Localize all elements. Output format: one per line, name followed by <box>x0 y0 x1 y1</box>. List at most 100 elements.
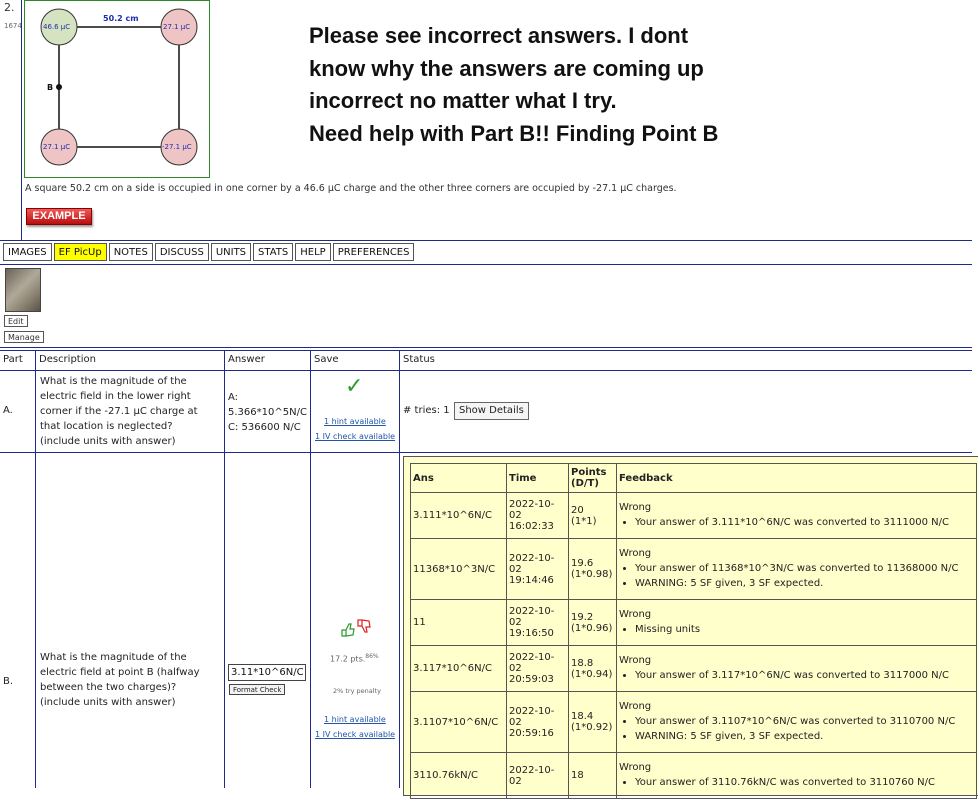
problem-statement: A square 50.2 cm on a side is occupied i… <box>25 183 677 194</box>
history-header-row: Ans Time Points (D/T) Feedback <box>410 463 977 493</box>
history-feedback: WrongYour answer of 3.1107*10^6N/C was c… <box>616 691 977 753</box>
note-line: incorrect no matter what I try. <box>309 88 617 113</box>
history-time: 2022-10-02 19:16:50 <box>506 599 569 646</box>
history-time: 2022-10-02 19:14:46 <box>506 538 569 600</box>
side-length-label: 50.2 cm <box>103 14 139 23</box>
part-a-iv-check-link[interactable]: 1 IV check available <box>315 432 395 441</box>
history-row: 11368*10^3N/C 2022-10-02 19:14:46 19.6 (1*… <box>410 538 977 600</box>
part-b-label: B. <box>3 676 14 687</box>
tab-discuss[interactable]: DISCUSS <box>154 243 209 261</box>
question-divider <box>21 0 22 240</box>
part-b-hint-link[interactable]: 1 hint available <box>324 715 386 724</box>
tool-tabs: IMAGES EF PicUp NOTES DISCUSS UNITS STAT… <box>3 243 415 261</box>
history-feedback: WrongYour answer of 3.111*10^6N/C was co… <box>616 492 977 539</box>
part-a-description: What is the magnitude of the electric fi… <box>40 376 198 447</box>
user-note: Please see incorrect answers. I dont kno… <box>309 20 869 150</box>
history-feedback: WrongYour answer of 3.117*10^6N/C was co… <box>616 645 977 692</box>
tabbar-bottom-line <box>0 264 972 265</box>
history-points: 20 (1*1) <box>568 492 617 539</box>
note-line: Need help with Part B!! Finding Point B <box>309 120 719 146</box>
history-header-time: Time <box>506 463 569 493</box>
col-divider <box>310 350 311 788</box>
manage-images-button[interactable]: Manage <box>4 331 44 343</box>
part-b-description: What is the magnitude of the electric fi… <box>40 652 200 708</box>
history-points: 19.2 (1*0.96) <box>568 599 617 646</box>
note-line: know why the answers are coming up <box>309 55 704 81</box>
example-button[interactable]: EXAMPLE <box>26 208 92 225</box>
history-answer: 3.117*10^6N/C <box>410 645 507 692</box>
history-row: 3.117*10^6N/C 2022-10-02 20:59:03 18.8 (1*… <box>410 645 977 692</box>
history-answer: 3110.76kN/C <box>410 752 507 799</box>
history-header-ans: Ans <box>410 463 507 493</box>
history-answer: 11 <box>410 599 507 646</box>
history-row: 3.111*10^6N/C 2022-10-02 16:02:33 20 (1*1)… <box>410 492 977 539</box>
history-points: 18.8 (1*0.94) <box>568 645 617 692</box>
point-b-label: B <box>47 83 53 92</box>
col-header-status: Status <box>403 354 435 365</box>
charge-square-diagram: B 50.2 cm 46.6 μC 27.1 μC 27.1 μC -27.1 … <box>24 0 210 178</box>
part-a-answer: A: 5.366*10^5N/C C: 536600 N/C <box>228 392 307 433</box>
history-feedback: WrongMissing units <box>616 599 977 646</box>
uploaded-image-thumbnail[interactable] <box>5 268 41 312</box>
history-time: 2022-10-02 16:02:33 <box>506 492 569 539</box>
history-points: 18 <box>568 752 617 799</box>
question-number: 2. <box>4 1 15 14</box>
history-answer: 11368*10^3N/C <box>410 538 507 600</box>
part-b-points: 17.2 pts.86% <box>330 653 379 664</box>
edit-image-button[interactable]: Edit <box>4 315 28 327</box>
charge-label-top-left: 46.6 μC <box>43 23 70 31</box>
point-b-marker <box>56 84 62 90</box>
history-row: 3.1107*10^6N/C 2022-10-02 20:59:16 18.4 (1… <box>410 691 977 753</box>
history-answer: 3.1107*10^6N/C <box>410 691 507 753</box>
col-header-description: Description <box>39 354 96 365</box>
history-feedback: WrongYour answer of 3110.76kN/C was conv… <box>616 752 977 799</box>
history-time: 2022-10-02 20:59:03 <box>506 645 569 692</box>
tab-notes[interactable]: NOTES <box>108 243 153 261</box>
submission-history-table: Ans Time Points (D/T) Feedback 3.111*10^6… <box>410 463 977 799</box>
tab-images[interactable]: IMAGES <box>3 243 52 261</box>
note-line: Please see incorrect answers. I dont <box>309 23 689 48</box>
part-b-answer-input[interactable] <box>228 664 306 681</box>
tab-preferences[interactable]: PREFERENCES <box>332 243 415 261</box>
tab-units[interactable]: UNITS <box>210 243 252 261</box>
tab-help[interactable]: HELP <box>295 243 331 261</box>
history-points: 19.6 (1*0.98) <box>568 538 617 600</box>
correct-check-icon: ✓ <box>345 374 364 399</box>
history-points: 18.4 (1*0.92) <box>568 691 617 753</box>
part-a-tries: # tries: 1 <box>403 405 450 416</box>
tab-ef-picup[interactable]: EF PicUp <box>53 243 107 261</box>
history-answer: 3.111*10^6N/C <box>410 492 507 539</box>
format-check-button[interactable]: Format Check <box>229 684 286 695</box>
show-details-button[interactable]: Show Details <box>454 402 529 420</box>
col-divider <box>224 350 225 788</box>
part-b-iv-check-link[interactable]: 1 IV check available <box>315 730 395 739</box>
part-a-bottom-line <box>0 452 972 453</box>
col-divider <box>399 350 400 788</box>
tabbar-top-line <box>0 240 972 241</box>
history-row: 11 2022-10-02 19:16:50 19.2 (1*0.96) Wrong… <box>410 599 977 646</box>
col-header-answer: Answer <box>228 354 265 365</box>
history-time: 2022-10-02 20:59:16 <box>506 691 569 753</box>
tab-stats[interactable]: STATS <box>253 243 294 261</box>
col-header-part: Part <box>3 354 23 365</box>
question-id: 1674 <box>4 22 22 30</box>
part-a-label: A. <box>3 405 13 416</box>
history-header-points: Points (D/T) <box>568 463 617 493</box>
part-a-hint-link[interactable]: 1 hint available <box>324 417 386 426</box>
table-top-line <box>0 347 972 348</box>
thumbs-up-down-icon[interactable] <box>339 618 373 638</box>
history-header-feedback: Feedback <box>616 463 977 493</box>
col-divider <box>35 350 36 788</box>
col-header-save: Save <box>314 354 339 365</box>
history-time: 2022-10-02 <box>506 752 569 799</box>
history-row: 3110.76kN/C 2022-10-02 18 WrongYour answ… <box>410 752 977 799</box>
charge-label-bottom-left: 27.1 μC <box>43 143 70 151</box>
charge-label-bottom-right: -27.1 μC <box>162 143 192 151</box>
try-penalty: 2% try penalty <box>333 687 381 695</box>
history-feedback: WrongYour answer of 11368*10^3N/C was co… <box>616 538 977 600</box>
table-top-line-2 <box>0 350 972 351</box>
header-row-line <box>0 370 972 371</box>
submission-history-panel: Ans Time Points (D/T) Feedback 3.111*10^6… <box>403 456 978 799</box>
points-percent: 86% <box>365 653 379 660</box>
diagram-svg: B 50.2 cm 46.6 μC 27.1 μC 27.1 μC -27.1 … <box>40 8 198 166</box>
